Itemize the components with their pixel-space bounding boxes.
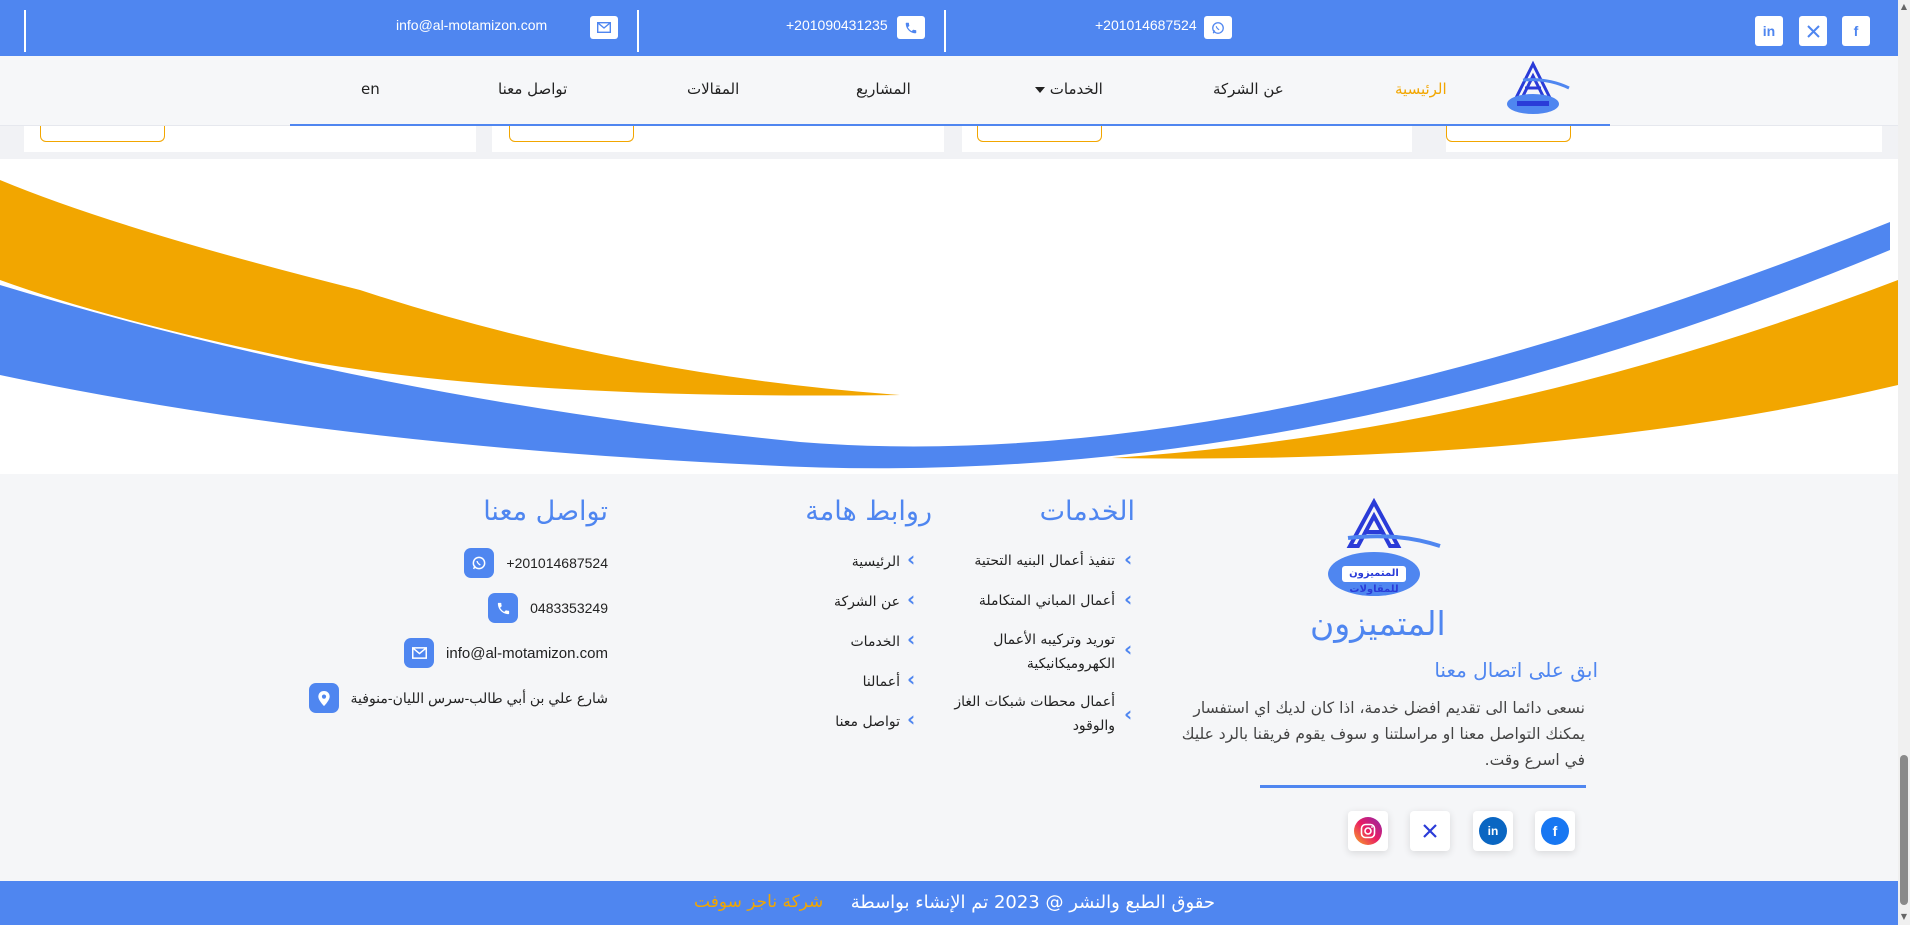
- language-switch[interactable]: en: [361, 80, 380, 98]
- chevron-left-icon: ‹: [907, 547, 916, 571]
- page: info@al-motamizon.com +201090431235 +201…: [0, 0, 1910, 925]
- footer-logo: المتميزون للمقاولات: [1318, 497, 1444, 606]
- top-whatsapp[interactable]: +201014687524: [1095, 17, 1197, 33]
- nav-home[interactable]: الرئيسية: [1395, 80, 1447, 98]
- top-email[interactable]: info@al-motamizon.com: [396, 17, 547, 33]
- scroll-up-arrow-icon[interactable]: ▲: [1899, 2, 1909, 12]
- site-logo[interactable]: [1503, 60, 1575, 122]
- service-link[interactable]: أعمال المباني المتكاملة: [935, 589, 1115, 613]
- chevron-left-icon: ‹: [1124, 702, 1133, 726]
- chevron-down-icon: [1035, 86, 1045, 93]
- divider: [1260, 785, 1586, 788]
- contact-email[interactable]: info@al-motamizon.com: [404, 638, 608, 668]
- whatsapp-icon: [464, 548, 495, 578]
- nav-about[interactable]: عن الشركة: [1213, 80, 1284, 98]
- phone-icon: [897, 16, 925, 39]
- footer-link[interactable]: عن الشركة: [720, 590, 900, 614]
- linkedin-icon[interactable]: in: [1755, 16, 1783, 46]
- nav-projects[interactable]: المشاريع: [856, 80, 911, 98]
- chevron-left-icon: ‹: [907, 707, 916, 731]
- services-heading: الخدمات: [1039, 496, 1135, 527]
- contact-phone-text: 0483353249: [530, 600, 608, 616]
- top-contact-bar: [0, 0, 1898, 56]
- contact-heading: تواصل معنا: [483, 496, 608, 527]
- footer-link[interactable]: أعمالنا: [720, 670, 900, 694]
- location-pin-icon: [308, 683, 339, 713]
- links-heading: روابط هامة: [805, 496, 932, 527]
- copyright-text: حقوق الطبع والنشر @ 2023 تم الإنشاء بواس…: [850, 892, 1215, 913]
- footer-subheading: ابق على اتصال معنا: [1434, 658, 1598, 682]
- footer-description: نسعى دائما الى تقديم افضل خدمة، اذا كان …: [1181, 699, 1585, 769]
- footer-link[interactable]: الخدمات: [720, 630, 901, 654]
- scrollbar-thumb[interactable]: [1900, 755, 1908, 905]
- footer-x-button[interactable]: [1410, 811, 1450, 851]
- main-navbar: [0, 56, 1898, 126]
- card-button[interactable]: [1446, 126, 1571, 142]
- x-icon: [1423, 824, 1437, 838]
- instagram-icon: [1354, 817, 1382, 845]
- footer-link[interactable]: الرئيسية: [720, 550, 900, 574]
- contact-whatsapp[interactable]: +201014687524: [464, 548, 608, 578]
- mail-icon: [590, 16, 618, 39]
- developer-link[interactable]: شركة ناجز سوفت: [694, 892, 823, 912]
- nav-contact[interactable]: تواصل معنا: [498, 80, 567, 98]
- x-icon[interactable]: [1799, 16, 1827, 46]
- contact-email-text: info@al-motamizon.com: [446, 644, 608, 662]
- chevron-left-icon: ‹: [907, 667, 916, 691]
- service-link[interactable]: أعمال محطات شبكات الغاز والوقود: [935, 690, 1115, 738]
- facebook-icon[interactable]: f: [1842, 16, 1870, 46]
- contact-whatsapp-text: +201014687524: [506, 555, 608, 571]
- footer-facebook-button[interactable]: f: [1535, 811, 1575, 851]
- card-button[interactable]: [977, 126, 1102, 142]
- chevron-left-icon: ‹: [1124, 547, 1133, 571]
- facebook-icon: f: [1541, 817, 1569, 845]
- footer-linkedin-button[interactable]: in: [1473, 811, 1513, 851]
- service-link[interactable]: توريد وتركيبه الأعمال الكهروميكانيكية: [935, 628, 1115, 676]
- chevron-left-icon: ‹: [907, 587, 916, 611]
- card-button[interactable]: [40, 126, 165, 142]
- linkedin-icon: in: [1479, 817, 1507, 845]
- top-phone[interactable]: +201090431235: [786, 17, 888, 33]
- scroll-down-arrow-icon[interactable]: ▼: [1899, 912, 1909, 922]
- nav-services-label: الخدمات: [1049, 80, 1103, 98]
- footer-instagram-button[interactable]: [1348, 811, 1388, 851]
- divider: [944, 10, 946, 52]
- phone-icon: [488, 593, 519, 623]
- brand-name: المتميزون: [1310, 604, 1446, 643]
- whatsapp-icon: [1204, 16, 1232, 39]
- divider: [637, 10, 639, 52]
- footer-link[interactable]: تواصل معنا: [720, 710, 900, 734]
- chevron-left-icon: ‹: [907, 627, 916, 651]
- divider: [24, 10, 26, 52]
- contact-phone[interactable]: 0483353249: [488, 593, 608, 623]
- contact-address[interactable]: شارع علي بن أبي طالب-سرس الليان-منوفية: [308, 683, 608, 713]
- card-button[interactable]: [509, 126, 634, 142]
- chevron-left-icon: ‹: [1124, 637, 1133, 661]
- nav-services[interactable]: الخدمات: [1030, 80, 1103, 98]
- footer-logo-text: المتميزون للمقاولات: [1349, 568, 1399, 595]
- contact-address-text: شارع علي بن أبي طالب-سرس الليان-منوفية: [350, 689, 608, 706]
- service-link[interactable]: تنفيذ أعمال البنيه التحتية: [935, 549, 1115, 573]
- chevron-left-icon: ‹: [1124, 587, 1133, 611]
- nav-articles[interactable]: المقالات: [687, 80, 739, 98]
- mail-icon: [404, 638, 435, 668]
- footer: [0, 474, 1898, 881]
- decorative-waves: [0, 180, 1898, 469]
